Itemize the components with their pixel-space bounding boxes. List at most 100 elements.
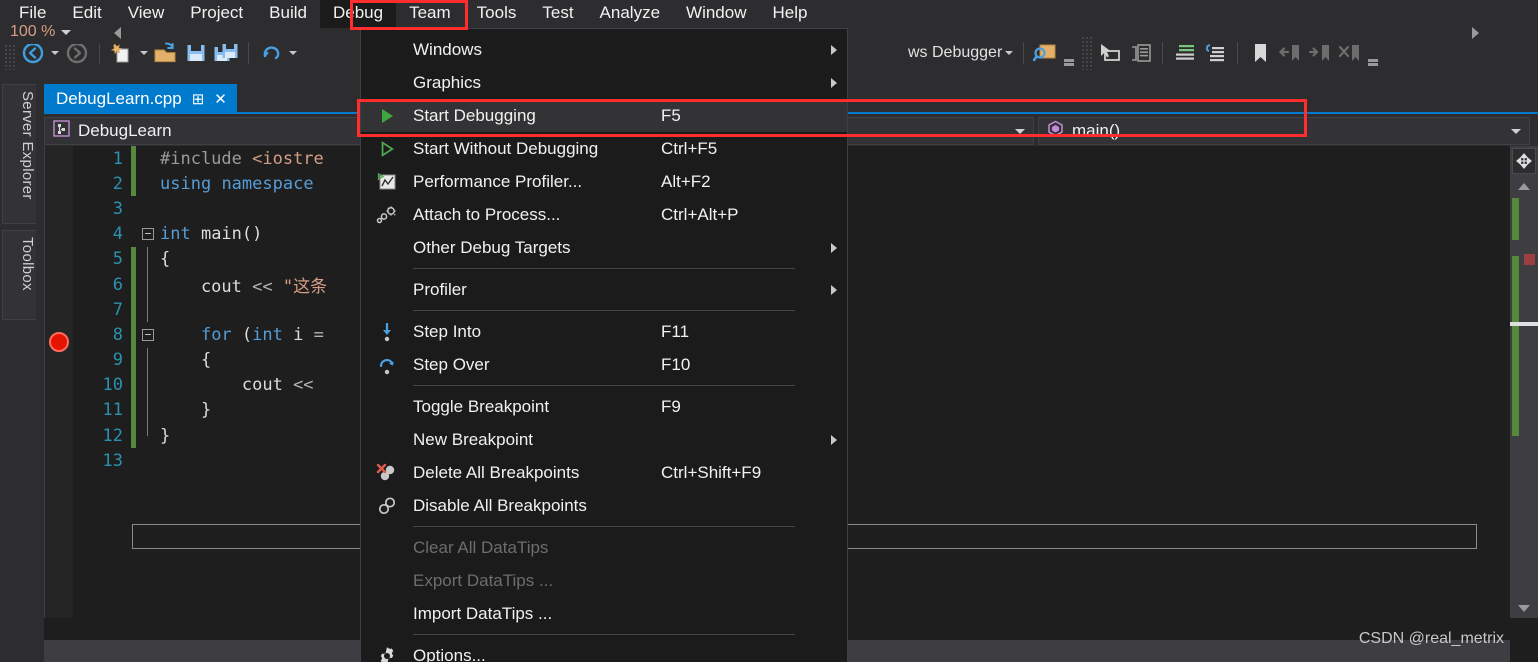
sidebar-tab-server-explorer[interactable]: Server Explorer [2,84,36,224]
fold-column[interactable] [136,246,160,272]
fold-column[interactable] [136,423,160,448]
menu-item-performance-profiler[interactable]: Performance Profiler... Alt+F2 [361,165,847,198]
sidebar-tab-toolbox[interactable]: Toolbox [2,230,36,320]
debug-target-dropdown[interactable] [1002,36,1016,70]
new-item-dropdown[interactable] [137,36,151,70]
menu-separator [413,634,795,635]
line-number: 10 [102,375,123,396]
compare-files-button[interactable] [1125,36,1155,70]
menu-item-shortcut: F5 [661,105,681,125]
toolbar-separator [248,42,249,64]
menu-item-profiler[interactable]: Profiler [361,273,847,306]
fold-column[interactable] [136,171,160,196]
menubar-item-build[interactable]: Build [256,0,320,28]
editor-splitter-button[interactable] [1512,148,1536,174]
menu-item-other-debug-targets[interactable]: Other Debug Targets [361,231,847,264]
menu-item-attach-to-process[interactable]: Attach to Process... Ctrl+Alt+P [361,198,847,231]
menu-item-options[interactable]: Options... [361,639,847,662]
undo-dropdown[interactable] [286,36,300,70]
submenu-arrow-icon [821,243,847,253]
fold-column[interactable]: − [136,322,160,347]
disable-all-breakpoints-icon [361,496,413,516]
breakpoint-gutter[interactable] [45,146,73,618]
menubar-item-project[interactable]: Project [177,0,256,28]
fold-column[interactable] [136,397,160,424]
menu-item-label: Performance Profiler... [413,171,583,191]
menu-item-shortcut: Ctrl+Alt+P [661,204,739,224]
line-number: 4 [112,224,123,245]
breakpoint-marker[interactable] [49,332,69,352]
fold-column[interactable] [136,271,160,298]
menubar-item-team[interactable]: Team [396,0,464,28]
menu-item-start-without-debugging[interactable]: Start Without Debugging Ctrl+F5 [361,132,847,165]
chevron-down-icon[interactable] [1015,129,1025,134]
chevron-down-icon[interactable] [1511,129,1521,134]
submenu-arrow-icon [821,78,847,88]
fold-guide-line [147,372,148,398]
collapse-region-icon[interactable]: − [142,228,154,241]
menu-item-delete-all-breakpoints[interactable]: Delete All Breakpoints Ctrl+Shift+F9 [361,456,847,489]
bookmark-button[interactable] [1245,36,1275,70]
fold-column[interactable]: − [136,222,160,247]
menu-item-label: Other Debug Targets [413,237,571,257]
menu-item-label: Profiler [413,279,467,299]
save-button[interactable] [181,36,211,70]
zoom-level-combobox[interactable]: 100 % [4,20,102,44]
find-overflow-icon[interactable] [1061,36,1077,70]
navbar-member-combobox[interactable]: main() [1038,117,1530,145]
undo-button[interactable] [256,36,286,70]
save-all-button[interactable] [211,36,241,70]
menu-item-new-breakpoint[interactable]: New Breakpoint [361,423,847,456]
select-element-button[interactable] [1095,36,1125,70]
increase-indent-button[interactable] [1170,36,1200,70]
menu-item-shortcut: F10 [661,354,691,374]
scroll-up-arrow-icon[interactable] [1514,178,1534,194]
line-number: 12 [102,425,123,446]
menu-item-import-datatips[interactable]: Import DataTips ... [361,597,847,630]
menu-item-toggle-breakpoint[interactable]: Toggle Breakpoint F9 [361,390,847,423]
menu-item-disable-all-breakpoints[interactable]: Disable All Breakpoints [361,489,847,522]
previous-bookmark-button[interactable] [1275,36,1305,70]
scroll-right-arrow-icon[interactable] [1464,22,1486,44]
menu-item-label: Start Debugging [413,105,536,125]
submenu-arrow-icon [821,45,847,55]
fold-column[interactable] [136,347,160,373]
toolbar-grip[interactable] [1081,36,1094,70]
scroll-left-arrow-icon[interactable] [106,22,128,44]
editor-tab-debuglearn-cpp[interactable]: DebugLearn.cpp ⊞ ✕ [44,84,237,114]
menubar-item-analyze[interactable]: Analyze [587,0,673,28]
fold-guide-line [147,271,148,298]
fold-column[interactable] [136,196,160,221]
start-debugging-icon [361,107,413,125]
collapse-region-icon[interactable]: − [142,328,154,341]
clear-bookmarks-button[interactable] [1335,36,1365,70]
menubar-item-help[interactable]: Help [760,0,821,28]
decrease-indent-button[interactable] [1200,36,1230,70]
fold-column[interactable] [136,372,160,398]
chevron-down-icon[interactable] [61,30,71,35]
menu-item-graphics[interactable]: Graphics [361,66,847,99]
line-number: 11 [102,400,123,421]
fold-guide-line [147,397,148,424]
menu-item-start-debugging[interactable]: Start Debugging F5 [361,99,847,132]
debug-target-label: ws Debugger [908,44,1003,61]
next-bookmark-button[interactable] [1305,36,1335,70]
fold-column[interactable] [136,146,160,171]
menubar-item-test[interactable]: Test [529,0,586,28]
fold-column[interactable] [136,297,160,323]
menu-item-step-over[interactable]: Step Over F10 [361,348,847,381]
find-in-files-button[interactable] [1031,36,1061,70]
fold-column[interactable] [136,448,160,473]
menubar-item-debug[interactable]: Debug [319,0,397,28]
open-file-button[interactable] [151,36,181,70]
menubar-item-tools[interactable]: Tools [464,0,530,28]
scroll-down-arrow-icon[interactable] [1514,600,1534,616]
pin-icon[interactable]: ⊞ [192,90,205,108]
menu-item-windows[interactable]: Windows [361,33,847,66]
menu-item-shortcut: Ctrl+F5 [661,138,718,158]
menu-item-step-into[interactable]: Step Into F11 [361,315,847,348]
toolbar-overflow-icon[interactable] [1365,36,1381,70]
close-icon[interactable]: ✕ [214,90,227,108]
menubar-item-window[interactable]: Window [673,0,759,28]
debug-dropdown-menu[interactable]: Windows Graphics Start Debugging F5 Start Wi… [360,28,848,662]
